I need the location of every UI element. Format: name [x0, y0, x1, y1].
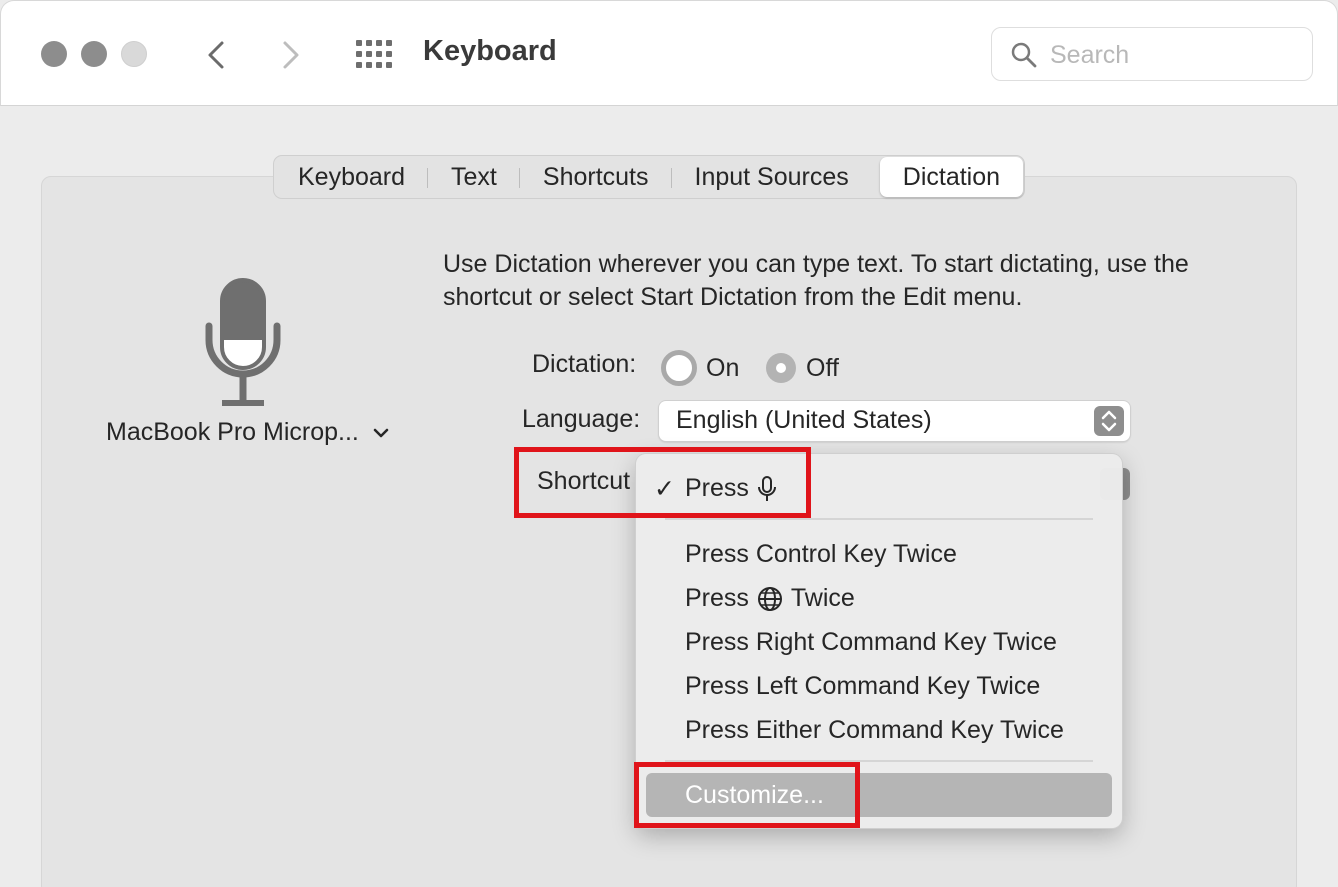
chevron-down-icon	[373, 428, 389, 437]
up-down-arrows-icon	[1094, 406, 1124, 436]
close-window-button[interactable]	[41, 41, 67, 67]
menu-item-either-command-twice[interactable]: Press Either Command Key Twice	[685, 716, 1064, 745]
dictation-on-label[interactable]: On	[706, 354, 739, 383]
language-popup[interactable]: English (United States)	[659, 401, 1130, 441]
dictation-on-radio[interactable]	[661, 350, 697, 386]
menu-item-right-command-twice[interactable]: Press Right Command Key Twice	[685, 628, 1057, 657]
menu-item-globe-twice[interactable]: Press Twice	[685, 584, 855, 613]
tab-input-sources[interactable]: Input Sources	[672, 158, 872, 196]
microphone-source-label: MacBook Pro Microp...	[106, 418, 359, 446]
search-field[interactable]	[991, 27, 1313, 81]
forward-button[interactable]	[271, 35, 311, 75]
menu-separator	[665, 518, 1093, 520]
title-bar: Keyboard	[0, 0, 1338, 106]
back-button[interactable]	[196, 35, 236, 75]
window-title: Keyboard	[423, 35, 557, 67]
tab-keyboard[interactable]: Keyboard	[275, 158, 429, 196]
globe-icon	[757, 586, 782, 611]
highlight-box-shortcut	[514, 447, 811, 518]
dictation-off-label[interactable]: Off	[806, 354, 839, 383]
microphone-source-select[interactable]: MacBook Pro Microp...	[106, 418, 389, 447]
dictation-description: Use Dictation wherever you can type text…	[443, 250, 1189, 311]
menu-item-label-prefix: Press	[685, 584, 749, 612]
tab-shortcuts[interactable]: Shortcuts	[520, 158, 672, 196]
tab-bar: Keyboard Text Shortcuts Input Sources Di…	[273, 155, 1026, 199]
menu-item-control-twice[interactable]: Press Control Key Twice	[685, 540, 957, 569]
search-icon	[1011, 42, 1037, 68]
chevron-right-icon	[283, 41, 299, 69]
language-value: English (United States)	[676, 406, 932, 434]
dictation-label: Dictation:	[532, 350, 637, 378]
show-all-grid-button[interactable]	[353, 37, 393, 73]
language-label: Language:	[522, 405, 641, 433]
dictation-off-radio[interactable]	[766, 353, 796, 383]
zoom-window-button[interactable]	[121, 41, 147, 67]
menu-item-left-command-twice[interactable]: Press Left Command Key Twice	[685, 672, 1040, 701]
chevron-left-icon	[208, 41, 224, 69]
microphone-icon	[205, 278, 281, 406]
menu-item-label-suffix: Twice	[790, 584, 855, 612]
tab-text[interactable]: Text	[428, 158, 520, 196]
highlight-box-customize	[634, 762, 860, 828]
minimize-window-button[interactable]	[81, 41, 107, 67]
tab-dictation[interactable]: Dictation	[879, 157, 1024, 197]
search-input[interactable]	[1050, 38, 1300, 72]
